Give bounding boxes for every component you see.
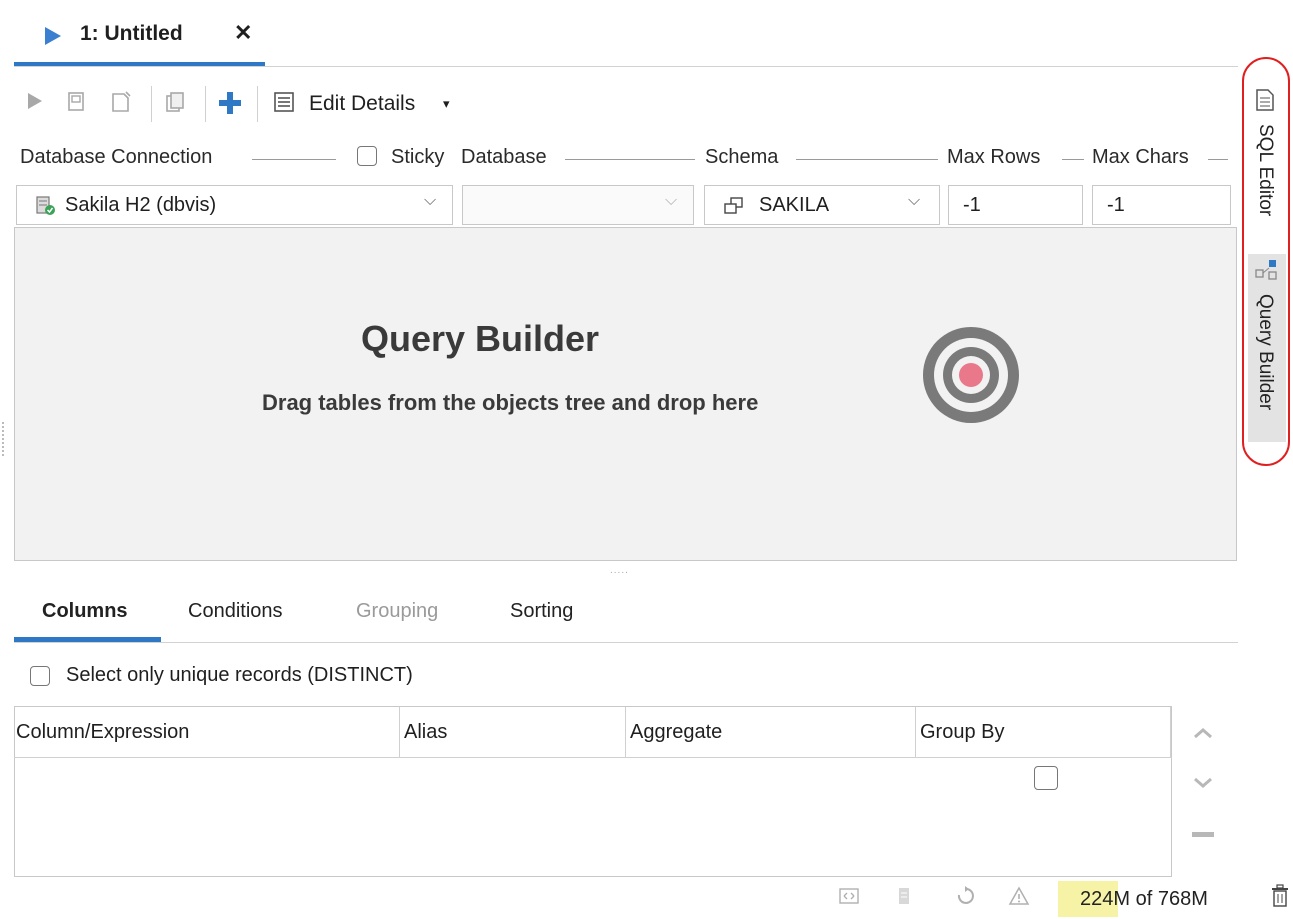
copy-icon[interactable] xyxy=(162,90,188,118)
schema-select[interactable]: SAKILA ⌵ xyxy=(704,185,940,225)
column-header[interactable]: Group By xyxy=(916,707,1171,757)
divider xyxy=(1062,159,1084,160)
database-connection-select[interactable]: Sakila H2 (dbvis) ⌵ xyxy=(16,185,453,225)
toolbar-separator xyxy=(257,86,258,122)
run-icon[interactable] xyxy=(22,90,48,118)
memory-used: 224 xyxy=(1080,888,1114,910)
memory-total: M of 768M xyxy=(1113,888,1208,910)
connection-value: Sakila H2 (dbvis) xyxy=(65,194,217,216)
chevron-down-icon: ⌵ xyxy=(424,192,437,209)
toolbar-separator xyxy=(205,86,206,122)
tab-grouping[interactable]: Grouping xyxy=(356,600,438,623)
max-chars-value: -1 xyxy=(1107,194,1125,216)
splitter-handle[interactable]: ..... xyxy=(610,565,629,576)
schema-label: Schema xyxy=(705,146,779,168)
highlight-oval xyxy=(1242,57,1290,466)
format-icon[interactable] xyxy=(64,90,90,118)
max-rows-label: Max Rows xyxy=(947,146,1041,168)
tab-title: 1: Untitled xyxy=(80,22,183,45)
database-select[interactable]: ⌵ xyxy=(462,185,694,225)
memory-usage-text[interactable]: 224M of 768M xyxy=(1080,888,1208,911)
trash-icon[interactable] xyxy=(1270,884,1290,914)
refresh-icon[interactable] xyxy=(956,886,974,913)
tab-columns[interactable]: Columns xyxy=(42,600,128,623)
distinct-label: Select only unique records (DISTINCT) xyxy=(66,664,413,686)
connection-status-icon[interactable] xyxy=(838,886,860,911)
column-header[interactable]: Alias xyxy=(400,707,626,757)
schema-icon xyxy=(723,196,745,222)
move-up-icon[interactable] xyxy=(1192,720,1214,746)
divider xyxy=(796,159,938,160)
distinct-checkbox[interactable] xyxy=(30,666,50,686)
header-divider xyxy=(14,757,1172,758)
warning-icon[interactable] xyxy=(1008,886,1030,911)
divider xyxy=(565,159,695,160)
add-icon[interactable] xyxy=(217,90,243,118)
chevron-down-icon: ⌵ xyxy=(665,192,678,209)
details-icon[interactable] xyxy=(271,90,297,118)
max-rows-value: -1 xyxy=(963,194,981,216)
database-label: Database xyxy=(461,146,547,168)
max-chars-input[interactable]: -1 xyxy=(1092,185,1231,225)
play-icon xyxy=(45,27,61,45)
target-icon xyxy=(918,322,1024,428)
move-down-icon[interactable] xyxy=(1192,770,1214,796)
schema-value: SAKILA xyxy=(759,194,830,216)
max-rows-input[interactable]: -1 xyxy=(948,185,1083,225)
resize-handle[interactable] xyxy=(2,422,7,456)
tab-conditions[interactable]: Conditions xyxy=(188,600,283,623)
database-connection-label: Database Connection xyxy=(20,146,213,168)
new-document-icon[interactable] xyxy=(108,90,134,118)
query-builder-title: Query Builder xyxy=(361,318,600,359)
panel-icon[interactable] xyxy=(896,886,912,911)
database-connection-icon xyxy=(35,195,57,223)
remove-icon[interactable] xyxy=(1192,832,1214,837)
toolbar-separator xyxy=(151,86,152,122)
sticky-label: Sticky xyxy=(391,146,445,168)
query-builder-hint: Drag tables from the objects tree and dr… xyxy=(262,390,759,415)
edit-details-button[interactable]: Edit Details xyxy=(309,92,415,116)
tab-divider xyxy=(14,66,1238,67)
tab-sorting[interactable]: Sorting xyxy=(510,600,573,623)
chevron-down-icon[interactable]: ▾ xyxy=(443,96,450,112)
close-tab-button[interactable]: ✕ xyxy=(234,20,252,46)
divider xyxy=(1208,159,1228,160)
column-header[interactable]: Column/Expression xyxy=(14,707,400,757)
tab-divider xyxy=(14,642,1238,643)
max-chars-label: Max Chars xyxy=(1092,146,1189,168)
divider xyxy=(252,159,336,160)
column-header[interactable]: Aggregate xyxy=(626,707,916,757)
group-by-checkbox[interactable] xyxy=(1034,766,1058,790)
sticky-checkbox[interactable] xyxy=(357,146,377,166)
chevron-down-icon: ⌵ xyxy=(908,192,921,209)
